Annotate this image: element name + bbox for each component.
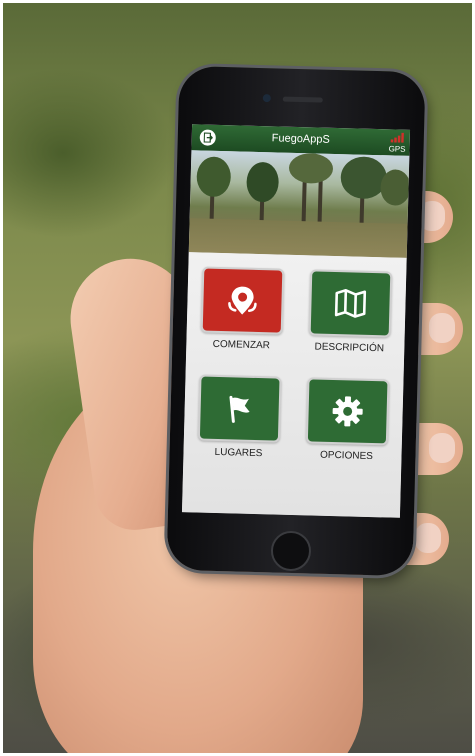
menu-item-comenzar[interactable]: COMENZAR	[199, 266, 285, 352]
front-camera	[262, 94, 271, 103]
lugares-button[interactable]	[197, 374, 282, 443]
forest-banner-image	[188, 150, 410, 258]
smartphone: FuegoAppS GPS COMENZAR DESCRIPCIÓN LUGAR…	[166, 65, 426, 577]
comenzar-label: COMENZAR	[212, 338, 271, 352]
main-menu: COMENZAR DESCRIPCIÓN LUGARES OPCIONES	[181, 252, 407, 518]
lugares-label: LUGARES	[214, 446, 263, 460]
gps-indicator[interactable]: GPS	[383, 130, 406, 155]
gps-label: GPS	[388, 144, 406, 154]
opciones-label: OPCIONES	[319, 449, 374, 463]
descripcion-button[interactable]	[308, 269, 393, 338]
background-photo: FuegoAppS GPS COMENZAR DESCRIPCIÓN LUGAR…	[3, 3, 472, 753]
signal-bars-icon	[390, 132, 404, 143]
gear-icon	[332, 396, 363, 427]
phone-screen: FuegoAppS GPS COMENZAR DESCRIPCIÓN LUGAR…	[181, 124, 411, 518]
opciones-button[interactable]	[305, 377, 390, 446]
comenzar-button[interactable]	[200, 266, 285, 335]
home-button[interactable]	[270, 530, 312, 572]
menu-item-lugares[interactable]: LUGARES	[196, 374, 282, 459]
flag-icon	[229, 395, 250, 423]
menu-item-descripcion[interactable]: DESCRIPCIÓN	[307, 269, 393, 354]
menu-item-opciones[interactable]: OPCIONES	[304, 377, 390, 462]
app-title: FuegoAppS	[271, 132, 330, 146]
location-pin-icon	[228, 286, 257, 315]
earpiece-speaker	[282, 96, 323, 103]
map-icon	[334, 288, 367, 318]
descripcion-label: DESCRIPCIÓN	[314, 341, 385, 355]
